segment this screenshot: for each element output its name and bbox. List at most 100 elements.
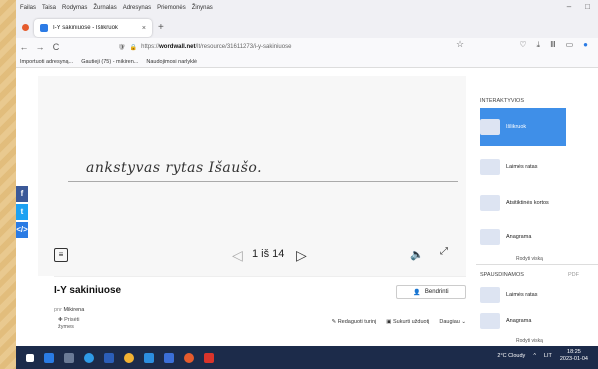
author-prefix: pnr [54,307,62,313]
like-label: Prisėti [64,317,80,323]
panel-item-label: Laimės ratas [506,164,538,170]
url-host: wordwall.net [159,44,196,50]
create-task-button[interactable]: ▣ Sukurti užduotį [386,319,429,325]
template-thumb [480,159,500,175]
print-item-label: Laimės ratas [506,292,538,298]
embed-icon[interactable]: </> [16,222,28,238]
url-bar[interactable]: 🛡 🔒 https://wordwall.net/lt/resource/316… [118,40,488,54]
clock[interactable]: 18:25 2023-01-04 [560,349,588,363]
like-button[interactable]: ✚ Prisėti žymes [58,317,79,331]
bookmark-gmail[interactable]: Gautieji (75) - mikiren... [81,59,138,65]
interactive-heading: INTERAKTYVIOS [480,98,525,104]
windows-start-icon[interactable] [26,353,34,362]
browser-window: Failas Taisa Rodymas Žurnalas Adresynas … [16,0,598,346]
user-icon: 👤 [413,289,421,296]
template-thumb [480,313,500,329]
menu-taisa[interactable]: Taisa [42,5,56,11]
firefox-icon [22,24,29,31]
back-button[interactable]: ← [16,42,32,52]
wordwall-favicon-icon [40,24,48,32]
template-thumb [480,229,500,245]
lang-indicator[interactable]: LIT [544,353,552,359]
panel-item-atsitiktines-kortos[interactable]: Atsitiktinės kortos [480,184,566,222]
bookmark-guide[interactable]: Naudojimosi narlyklė [146,59,197,65]
panel-item-islikruok[interactable]: Išlikruok [480,108,566,146]
tab-strip: I-Y sakiniuose - Išlikruok × + [16,16,598,38]
edge-icon[interactable] [84,352,94,363]
download-icon[interactable]: ⤓ [537,40,541,50]
taskbar: 2°C Cloudy ^ LIT 18:25 2023-01-04 [16,346,598,369]
activity-sentence: ankstyvas rytas Išaušo. [86,160,263,176]
tab-active[interactable]: I-Y sakiniuose - Išlikruok × [34,19,152,37]
clock-date: 2023-01-04 [559,356,588,362]
close-tab-icon[interactable]: × [142,25,146,32]
panel-item-anagrama[interactable]: Anagrama [480,218,566,256]
panel-divider [476,264,598,265]
new-tab-button[interactable]: + [158,22,164,33]
print-item-anagrama[interactable]: Anagrama [480,308,566,334]
menu-bar: Failas Taisa Rodymas Žurnalas Adresynas … [16,0,598,16]
print-item-laimes-ratas[interactable]: Laimės ratas [480,282,566,308]
menu-rodymas[interactable]: Rodymas [62,5,87,11]
reload-button[interactable]: C [48,42,64,52]
system-tray: 2°C Cloudy ^ LIT 18:25 2023-01-04 [497,349,588,363]
menu-adresynas[interactable]: Adresynas [123,5,151,11]
word-icon[interactable] [104,352,114,363]
social-share-bar: f t </> [16,186,28,240]
pocket-icon[interactable]: ♡ [519,40,526,50]
panel-item-laimes-ratas[interactable]: Laimės ratas [480,148,566,186]
template-thumb [480,195,500,211]
task-view-icon[interactable] [64,352,74,363]
teams-icon[interactable] [164,352,174,363]
account-icon[interactable]: ● [583,40,588,50]
menu-zinynas[interactable]: Žinynas [192,5,213,11]
resource-title: I-Y sakiniuose [54,285,122,296]
weather-widget[interactable]: 2°C Cloudy [497,353,525,359]
bookmarks-bar: Importuoti adresyną... Gautieji (75) - m… [16,56,598,68]
edit-content-button[interactable]: ✎ Redaguoti turinį [332,319,377,325]
page-content: f t </> ankstyvas rytas Išaušo. ≡ ◁ 1 iš… [16,68,598,346]
create-task-label: Sukurti užduotį [392,319,430,325]
pdf-tag: PDF [568,272,579,278]
firefox-taskbar-icon[interactable] [184,352,194,363]
minimize-button[interactable]: – [567,2,571,11]
more-button[interactable]: Daugiau ⌄ [439,319,466,325]
panel-item-label: Atsitiktinės kortos [506,200,549,206]
pdf-reader-icon[interactable] [204,352,214,363]
author-link[interactable]: Mikirena [63,307,84,313]
nav-bar: ← → C 🛡 🔒 https://wordwall.net/lt/resour… [16,38,598,56]
sound-icon[interactable]: 🔈 [410,248,424,261]
print-item-label: Anagrama [506,318,532,324]
template-thumb [480,287,500,303]
facebook-icon[interactable]: f [16,186,28,202]
maximize-button[interactable]: □ [585,2,590,11]
library-icon[interactable]: Ⅲ [550,40,556,50]
bookmark-import[interactable]: Importuoti adresyną... [20,59,73,65]
share-button-label: Bendrinti [424,289,449,295]
sidebar-icon[interactable]: ▭ [566,40,574,50]
bookmark-star-icon[interactable]: ☆ [456,39,464,50]
prev-arrow-icon[interactable]: ◁ [232,247,243,264]
forward-button[interactable]: → [32,42,48,52]
menu-priemones[interactable]: Priemonės [157,5,186,11]
menu-failas[interactable]: Failas [20,5,36,11]
twitter-icon[interactable]: t [16,204,28,220]
more-label: Daugiau [439,319,460,325]
share-button[interactable]: 👤 Bendrinti [396,285,466,299]
menu-icon[interactable]: ≡ [54,248,68,262]
panel-item-label: Anagrama [506,234,532,240]
activity-area: ankstyvas rytas Išaušo. [38,76,466,276]
show-all-print-link[interactable]: Rodyti viską [516,338,543,344]
fullscreen-icon[interactable]: ⤢ [440,246,448,257]
search-icon[interactable] [44,352,54,363]
tray-chevron-icon[interactable]: ^ [533,353,536,359]
next-arrow-icon[interactable]: ▷ [296,247,307,264]
show-all-link[interactable]: Rodyti viską [516,256,543,262]
page-counter: 1 iš 14 [252,248,285,260]
menu-zurnalas[interactable]: Žurnalas [93,5,116,11]
activity-controls: ≡ ◁ 1 iš 14 ▷ 🔈 ⤢ [38,246,466,272]
chrome-icon[interactable] [124,352,134,363]
mail-icon[interactable] [144,352,154,363]
tab-title: I-Y sakiniuose - Išlikruok [53,25,118,31]
author-line: pnr Mikirena [54,307,84,313]
